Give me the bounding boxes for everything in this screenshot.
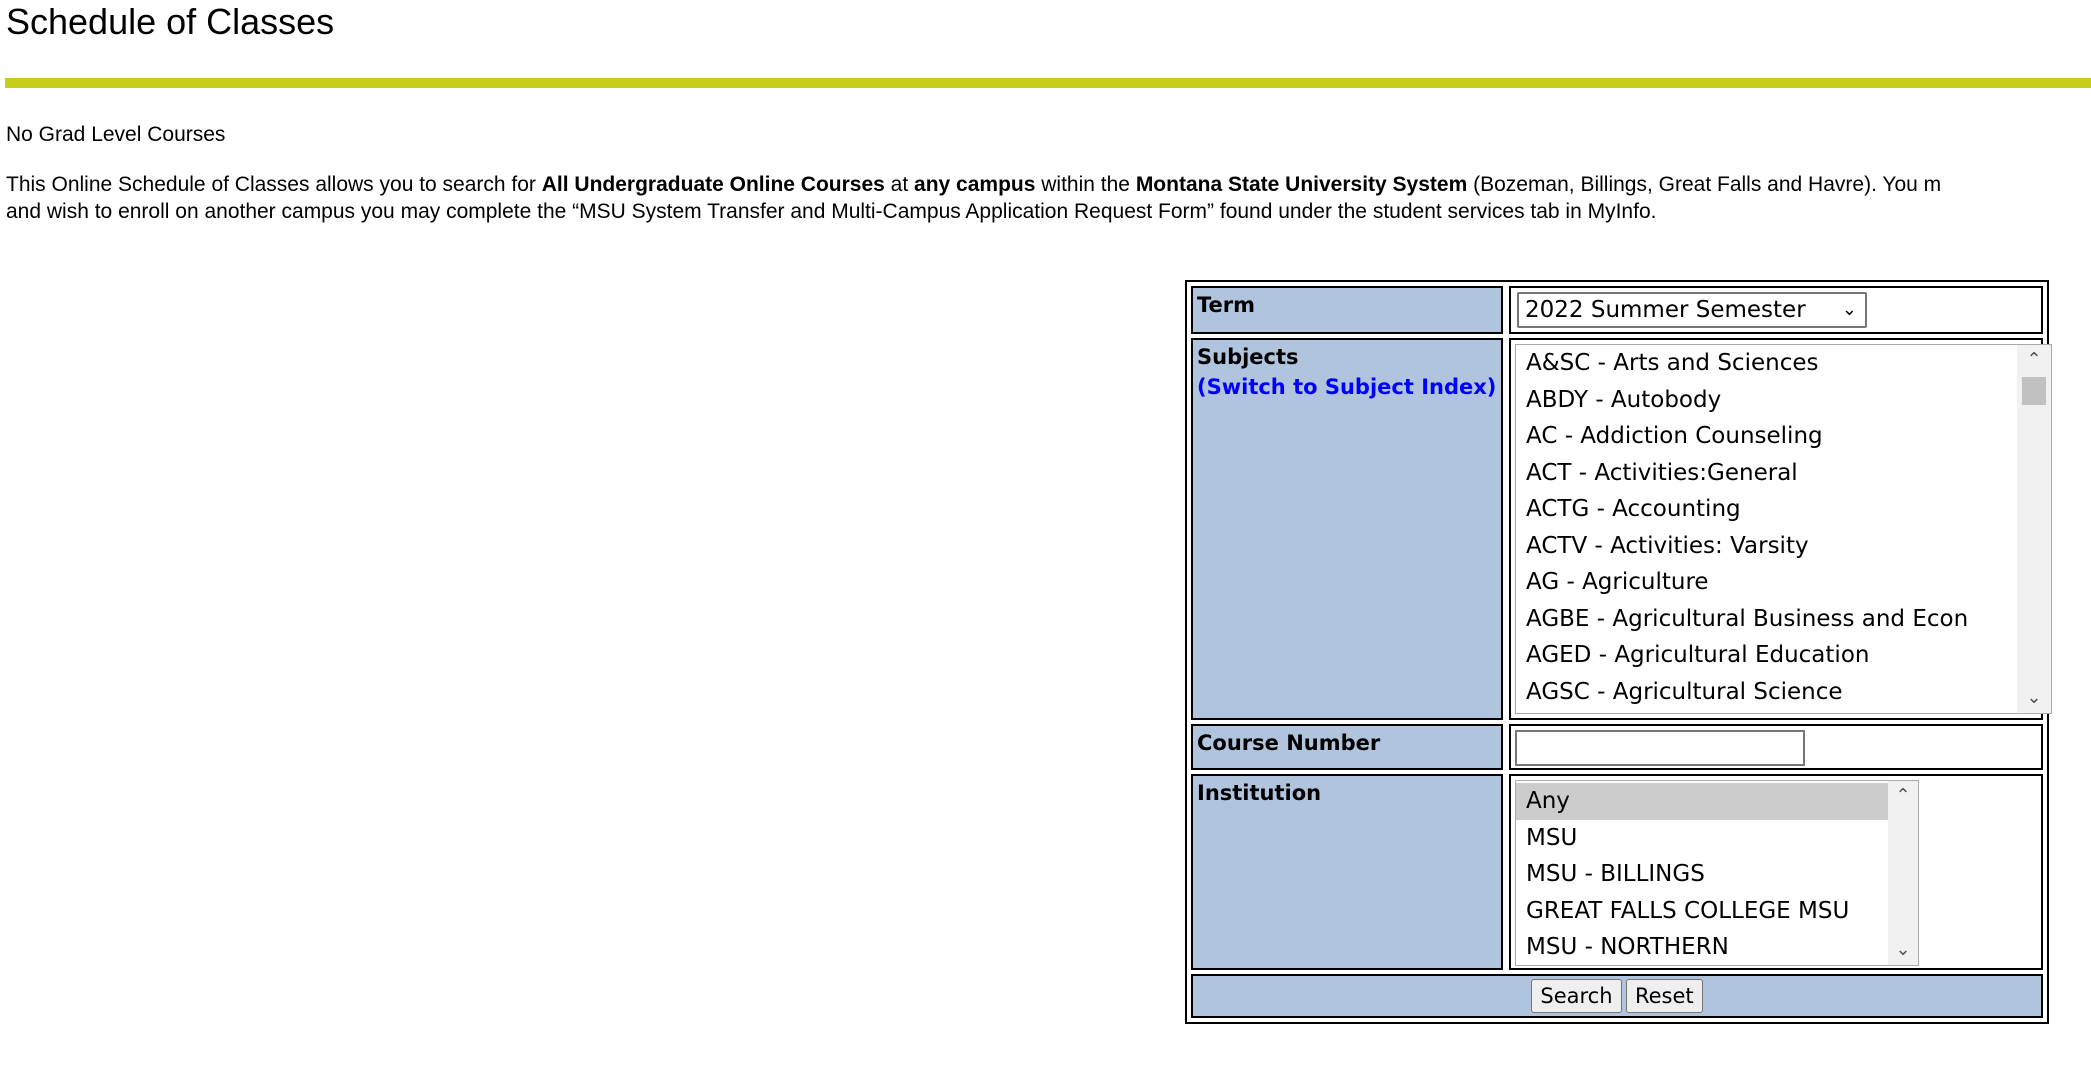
list-option[interactable]: Any	[1516, 783, 1918, 820]
page: Schedule of Classes No Grad Level Course…	[0, 0, 2091, 1080]
subjects-cell: A&SC - Arts and Sciences ABDY - Autobody A…	[1509, 338, 2052, 720]
chevron-down-icon: ⌄	[1841, 299, 1857, 320]
course-number-label: Course Number	[1191, 724, 1503, 770]
list-option[interactable]: MSU - NORTHERN	[1516, 929, 1918, 966]
reset-button[interactable]: Reset	[1625, 979, 1703, 1013]
subjects-row: Subjects (Switch to Subject Index) A&SC …	[1191, 338, 2052, 720]
list-option[interactable]: MSU - BILLINGS	[1516, 856, 1918, 893]
list-option[interactable]: AGBE - Agricultural Business and Econ	[1516, 601, 2051, 638]
list-option[interactable]: AGSC - Agricultural Science	[1516, 674, 2051, 711]
institution-label: Institution	[1191, 774, 1503, 970]
switch-to-subject-index-link[interactable]: (Switch to Subject Index)	[1197, 372, 1497, 402]
intro-emphasis: Montana State University System	[1135, 173, 1468, 196]
term-select-value: 2022 Summer Semester	[1525, 297, 1806, 323]
list-option[interactable]: A&SC - Arts and Sciences	[1516, 345, 2051, 382]
subjects-listbox[interactable]: A&SC - Arts and Sciences ABDY - Autobody A…	[1515, 344, 2052, 714]
subjects-label-cell: Subjects (Switch to Subject Index)	[1191, 338, 1503, 720]
intro-text: (Bozeman, Billings, Great Falls and Havr…	[1467, 173, 1942, 196]
form-actions: Search Reset	[1191, 974, 2043, 1018]
term-row: Term 2022 Summer Semester ⌄	[1191, 286, 2043, 334]
page-title: Schedule of Classes	[6, 1, 335, 42]
intro-line-2: and wish to enroll on another campus you…	[6, 200, 1657, 223]
subjects-label: Subjects	[1197, 345, 1299, 369]
search-form: Term 2022 Summer Semester ⌄ Subjects (Sw…	[1185, 280, 2052, 1024]
list-option[interactable]: ACTV - Activities: Varsity	[1516, 528, 2051, 565]
scroll-down-icon[interactable]: ⌄	[1888, 935, 1918, 965]
list-option[interactable]: AG - Agriculture	[1516, 564, 2051, 601]
intro-emphasis: All Undergraduate Online Courses	[541, 173, 885, 196]
grad-level-note: No Grad Level Courses	[6, 123, 226, 146]
list-option[interactable]: AC - Addiction Counseling	[1516, 418, 2051, 455]
title-divider	[5, 78, 2091, 88]
scroll-up-icon[interactable]: ⌃	[1888, 781, 1918, 811]
intro-line-1: This Online Schedule of Classes allows y…	[6, 171, 2091, 198]
institution-options: Any MSU MSU - BILLINGS GREAT FALLS COLLEGE …	[1516, 781, 1918, 966]
list-option[interactable]: AGED - Agricultural Education	[1516, 637, 2051, 674]
subjects-options: A&SC - Arts and Sciences ABDY - Autobody A…	[1516, 345, 2051, 710]
list-option[interactable]: ABDY - Autobody	[1516, 382, 2051, 419]
institution-row: Institution Any MSU MSU - BILLINGS GREAT FA…	[1191, 774, 2043, 970]
intro-paragraph: This Online Schedule of Classes allows y…	[6, 171, 2091, 225]
term-cell: 2022 Summer Semester ⌄	[1509, 286, 2043, 334]
search-button[interactable]: Search	[1531, 979, 1622, 1013]
list-option[interactable]: ACTG - Accounting	[1516, 491, 2051, 528]
list-option[interactable]: GREAT FALLS COLLEGE MSU	[1516, 893, 1918, 930]
term-select[interactable]: 2022 Summer Semester ⌄	[1517, 292, 1867, 328]
intro-text: This Online Schedule of Classes allows y…	[6, 173, 542, 196]
list-option[interactable]: MSU	[1516, 820, 1918, 857]
course-number-cell	[1509, 724, 2043, 770]
term-label: Term	[1191, 286, 1503, 334]
intro-text: within the	[1035, 173, 1136, 196]
institution-cell: Any MSU MSU - BILLINGS GREAT FALLS COLLEGE …	[1509, 774, 2043, 970]
institution-listbox[interactable]: Any MSU MSU - BILLINGS GREAT FALLS COLLEGE …	[1515, 780, 1919, 966]
subjects-scrollbar[interactable]: ⌃ ⌄	[2017, 345, 2051, 713]
intro-text: at	[884, 173, 915, 196]
scroll-down-icon[interactable]: ⌄	[2017, 683, 2051, 713]
scrollbar-thumb[interactable]	[2022, 377, 2046, 405]
institution-scrollbar[interactable]: ⌃ ⌄	[1888, 781, 1918, 965]
course-number-row: Course Number	[1191, 724, 2043, 770]
course-number-input[interactable]	[1515, 730, 1805, 766]
scroll-up-icon[interactable]: ⌃	[2017, 345, 2051, 375]
intro-emphasis: any campus	[914, 173, 1036, 196]
list-option[interactable]: ACT - Activities:General	[1516, 455, 2051, 492]
